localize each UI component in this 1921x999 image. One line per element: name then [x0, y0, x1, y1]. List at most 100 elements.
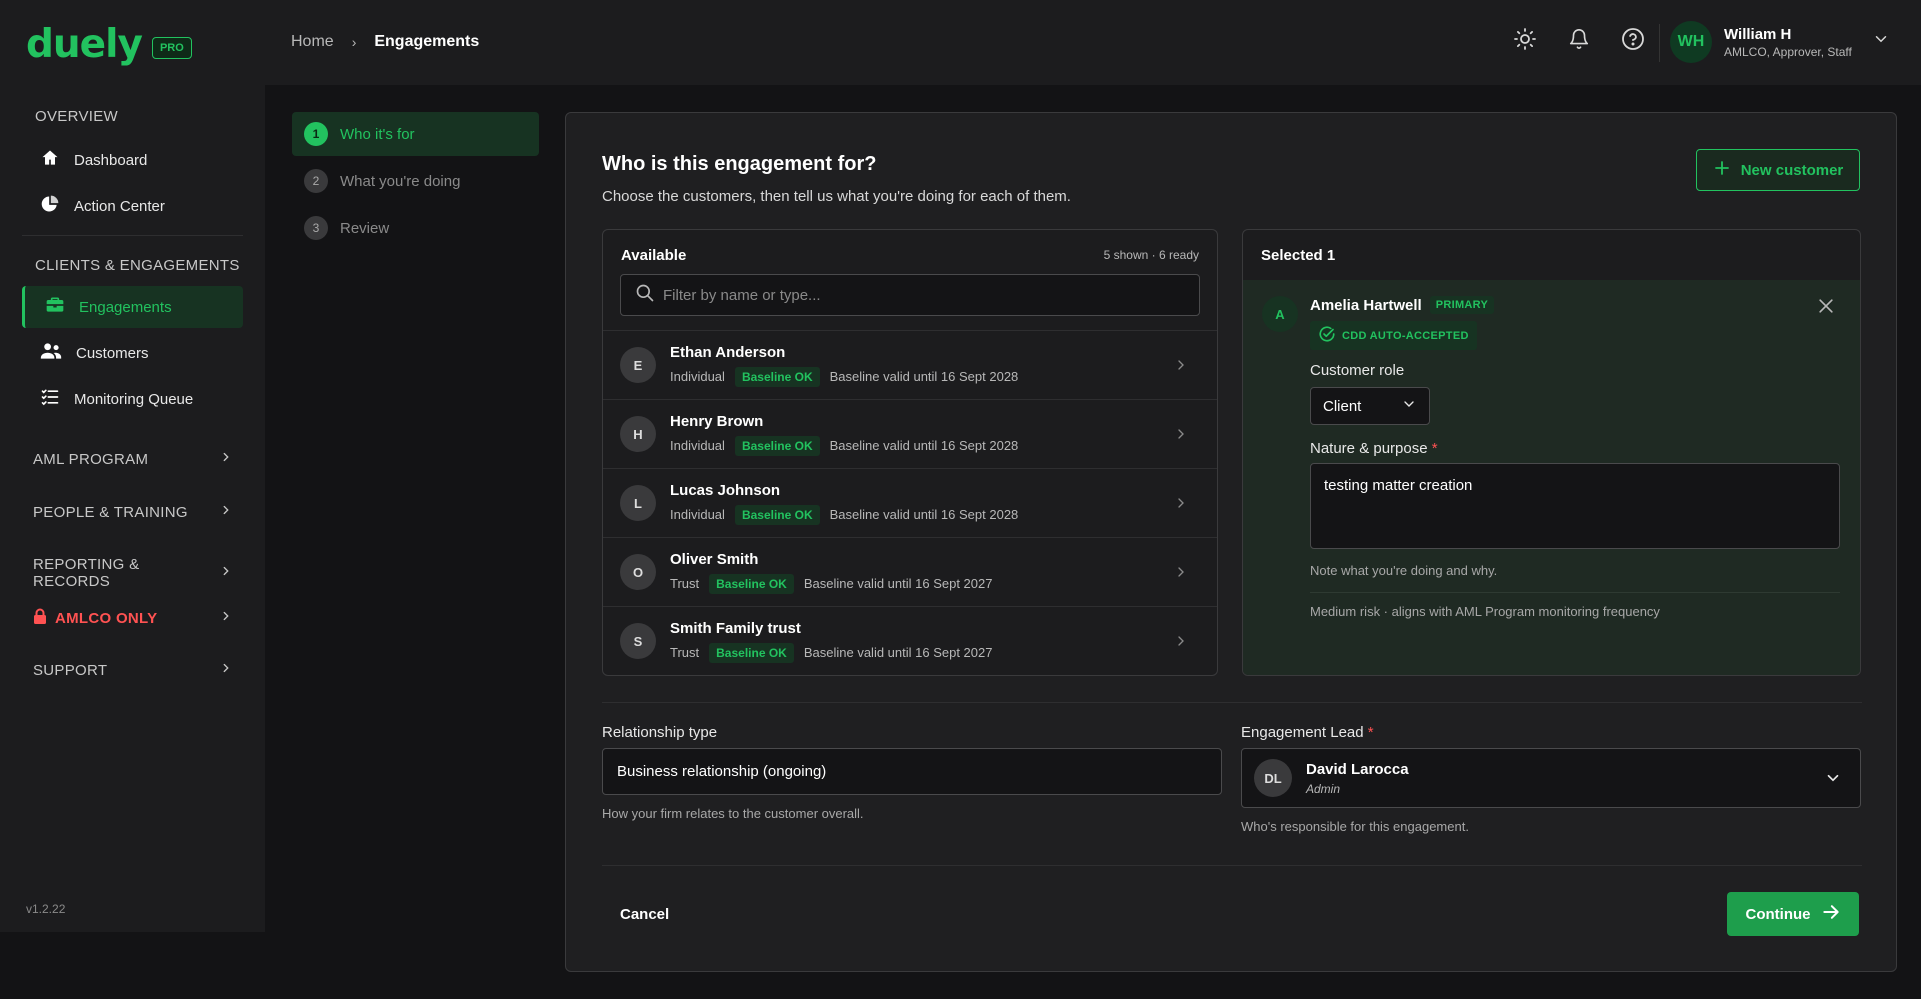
available-heading: Available [621, 247, 687, 264]
customer-name: Smith Family trust [670, 619, 801, 637]
customer-name: Henry Brown [670, 412, 764, 430]
top-icons [1510, 24, 1648, 54]
logo[interactable]: duely PRO [26, 22, 192, 67]
list-item[interactable]: E Ethan Anderson Individual Baseline OK … [603, 330, 1217, 399]
sidebar-item-action-center[interactable]: Action Center [22, 185, 243, 227]
sidebar-group-label: PEOPLE & TRAINING [33, 503, 188, 521]
topbar-divider [1659, 24, 1660, 62]
sidebar-group-reporting-records[interactable]: REPORTING & RECORDS [33, 556, 233, 590]
sidebar-item-monitoring-queue[interactable]: Monitoring Queue [22, 378, 243, 420]
step-number: 3 [304, 216, 328, 240]
sidebar-item-label: Customers [76, 344, 149, 362]
list-item[interactable]: L Lucas Johnson Individual Baseline OK B… [603, 468, 1217, 537]
list-item[interactable]: S Smith Family trust Trust Baseline OK B… [603, 606, 1217, 675]
customer-role-value: Client [1323, 397, 1362, 415]
status-badge: Baseline OK [734, 504, 820, 525]
required-mark: * [1367, 724, 1374, 741]
avatar: O [620, 554, 656, 590]
selected-customers-box: Selected 1 A Amelia Hartwell PRIMARY CDD… [1242, 229, 1861, 676]
avatar: A [1262, 296, 1298, 332]
step-label: Review [340, 219, 390, 237]
nature-purpose-label: Nature & purpose * [1310, 440, 1438, 457]
customer-type: Individual [670, 438, 725, 453]
available-customers-box: Available 5 shown · 6 ready E Ethan Ande… [602, 229, 1218, 676]
baseline-validity: Baseline valid until 16 Sept 2028 [829, 438, 1019, 453]
list-item[interactable]: H Henry Brown Individual Baseline OK Bas… [603, 399, 1217, 468]
selected-customer-name: Amelia Hartwell [1310, 296, 1422, 314]
step-what[interactable]: 2 What you're doing [292, 159, 539, 203]
remove-customer-close-icon[interactable] [1816, 296, 1836, 321]
relationship-type-label: Relationship type [602, 724, 718, 741]
continue-button[interactable]: Continue [1727, 892, 1859, 936]
baseline-validity: Baseline valid until 16 Sept 2028 [829, 507, 1019, 522]
user-role: AMLCO, Approver, Staff [1724, 44, 1852, 59]
chevron-right-icon [219, 564, 233, 582]
sidebar-group-amlco-only[interactable]: AMLCO ONLY [33, 608, 233, 628]
cdd-status-badge: CDD AUTO-ACCEPTED [1310, 321, 1477, 350]
step-who[interactable]: 1 Who it's for [292, 112, 539, 156]
cdd-status-label: CDD AUTO-ACCEPTED [1342, 329, 1469, 342]
baseline-validity: Baseline valid until 16 Sept 2028 [829, 369, 1019, 384]
customer-role-select[interactable]: Client [1310, 387, 1430, 425]
customer-type: Trust [670, 576, 700, 591]
nature-purpose-label-text: Nature & purpose [1310, 440, 1428, 457]
relationship-type-field[interactable]: Business relationship (ongoing) [602, 748, 1222, 795]
chevron-right-icon [219, 503, 233, 521]
home-icon [40, 148, 60, 172]
chevron-down-icon[interactable] [1872, 30, 1890, 53]
bell-icon[interactable] [1564, 24, 1594, 54]
primary-badge: PRIMARY [1429, 296, 1495, 314]
step-review[interactable]: 3 Review [292, 206, 539, 250]
sidebar-item-dashboard[interactable]: Dashboard [22, 139, 243, 181]
breadcrumb-current: Engagements [374, 33, 480, 50]
baseline-validity: Baseline valid until 16 Sept 2027 [803, 576, 993, 591]
sidebar-group-label: SUPPORT [33, 661, 108, 679]
step-number: 1 [304, 122, 328, 146]
plus-icon [1713, 159, 1731, 181]
check-circle-icon [1318, 325, 1336, 346]
user-menu[interactable]: WH William H AMLCO, Approver, Staff [1670, 21, 1852, 63]
list-item[interactable]: O Oliver Smith Trust Baseline OK Baselin… [603, 537, 1217, 606]
engagement-lead-select[interactable]: DL David Larocca Admin [1241, 748, 1861, 808]
sidebar-group-people-training[interactable]: PEOPLE & TRAINING [33, 503, 233, 521]
avatar: L [620, 485, 656, 521]
avatar: H [620, 416, 656, 452]
sidebar-group-aml-program[interactable]: AML PROGRAM [33, 450, 233, 468]
breadcrumb-home[interactable]: Home [291, 33, 334, 51]
avatar: S [620, 623, 656, 659]
search-icon [635, 283, 655, 308]
step-label: Who it's for [340, 125, 415, 143]
help-icon[interactable] [1618, 24, 1648, 54]
pro-badge: PRO [151, 36, 192, 59]
sidebar-item-label: Engagements [79, 298, 172, 316]
sidebar-item-customers[interactable]: Customers [22, 332, 243, 374]
sidebar-group-support[interactable]: SUPPORT [33, 661, 233, 679]
briefcase-icon [45, 295, 65, 319]
required-mark: * [1431, 440, 1438, 457]
lock-icon [33, 608, 47, 628]
step-label: What you're doing [340, 172, 461, 190]
divider [1310, 592, 1840, 593]
customer-role-label: Customer role [1310, 362, 1405, 379]
customer-type: Individual [670, 369, 725, 384]
app-version: v1.2.22 [26, 902, 66, 916]
filter-input[interactable] [663, 286, 1183, 304]
status-badge: Baseline OK [734, 435, 820, 456]
sun-icon[interactable] [1510, 24, 1540, 54]
continue-label: Continue [1745, 905, 1811, 923]
new-customer-button[interactable]: New customer [1696, 149, 1860, 191]
nature-purpose-textarea[interactable]: testing matter creation [1310, 463, 1840, 549]
sidebar-group-label: AMLCO ONLY [55, 609, 158, 627]
page-subtitle: Choose the customers, then tell us what … [602, 188, 1071, 205]
sidebar-group-label: REPORTING & RECORDS [33, 556, 140, 590]
chevron-right-icon [1173, 426, 1189, 447]
status-badge: Baseline OK [709, 573, 794, 594]
available-list: E Ethan Anderson Individual Baseline OK … [603, 330, 1217, 675]
section-label-overview: OVERVIEW [35, 108, 118, 125]
cancel-button[interactable]: Cancel [620, 906, 669, 923]
chevron-right-icon [219, 450, 233, 468]
engagement-lead-hint: Who's responsible for this engagement. [1241, 819, 1469, 834]
sidebar-item-engagements[interactable]: Engagements [22, 286, 243, 328]
filter-field[interactable] [620, 274, 1200, 316]
chevron-right-icon [1173, 357, 1189, 378]
